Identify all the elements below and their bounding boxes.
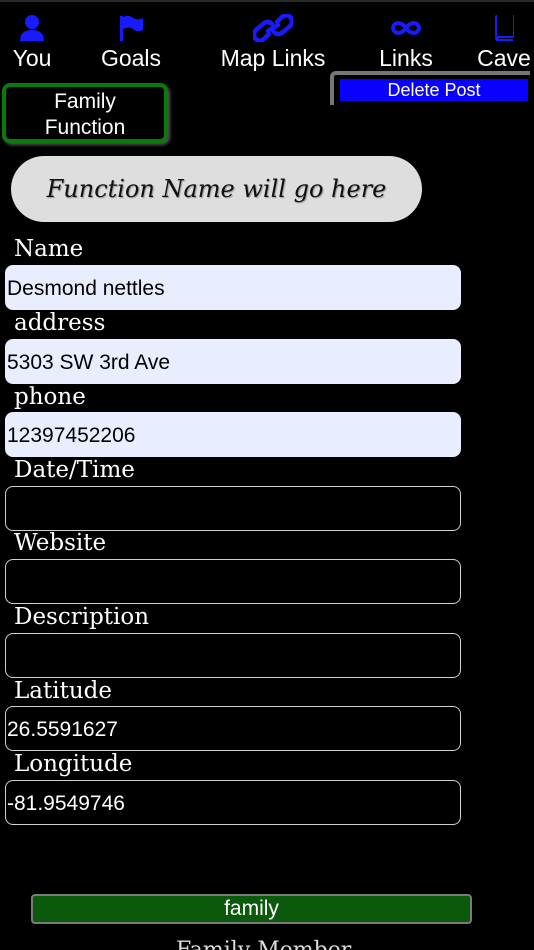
delete-post-button[interactable]: Delete Post <box>340 79 528 101</box>
longitude-label: Longitude <box>14 751 133 777</box>
family-function-label: Family Function <box>44 90 126 139</box>
top-nav: You Goals Map Links Links Cave <box>0 0 534 74</box>
link-icon <box>253 14 293 42</box>
address-field[interactable]: 5303 SW 3rd Ave <box>5 339 461 384</box>
website-label: Website <box>14 530 107 556</box>
family-member-heading: Family Member <box>176 938 351 950</box>
nav-label-map-links: Map Links <box>220 45 326 71</box>
book-icon <box>495 15 514 41</box>
nav-item-you[interactable]: You <box>8 14 56 72</box>
function-name-text: Function Name will go here <box>46 175 387 203</box>
description-label: Description <box>14 604 150 630</box>
datetime-label: Date/Time <box>14 457 135 483</box>
nav-item-goals[interactable]: Goals <box>96 14 166 72</box>
nav-label-goals: Goals <box>100 45 162 71</box>
person-icon <box>20 15 44 41</box>
latitude-field[interactable]: 26.5591627 <box>5 706 461 751</box>
family-button[interactable]: family <box>31 894 472 924</box>
nav-label-cave: Cave <box>477 45 531 71</box>
address-label: address <box>14 310 106 336</box>
phone-field[interactable]: 12397452206 <box>5 412 461 457</box>
datetime-field[interactable] <box>5 486 461 531</box>
infinity-icon <box>390 21 422 35</box>
nav-label-you: You <box>12 45 52 71</box>
nav-label-links: Links <box>379 45 433 71</box>
flag-icon <box>120 15 143 41</box>
function-name-title[interactable]: Function Name will go here <box>11 156 422 222</box>
family-function-button[interactable]: Family Function <box>2 83 168 143</box>
top-divider <box>0 0 534 2</box>
name-field[interactable]: Desmond nettles <box>5 265 461 310</box>
nav-item-map-links[interactable]: Map Links <box>213 14 333 72</box>
nav-item-links[interactable]: Links <box>373 14 439 72</box>
description-field[interactable] <box>5 633 461 678</box>
nav-item-cave[interactable]: Cave <box>474 14 534 72</box>
delete-post-frame: Delete Post <box>330 71 530 105</box>
name-label: Name <box>14 236 84 262</box>
website-field[interactable] <box>5 559 461 604</box>
latitude-label: Latitude <box>14 678 112 704</box>
longitude-field[interactable]: -81.9549746 <box>5 780 461 825</box>
phone-label: phone <box>14 384 86 410</box>
